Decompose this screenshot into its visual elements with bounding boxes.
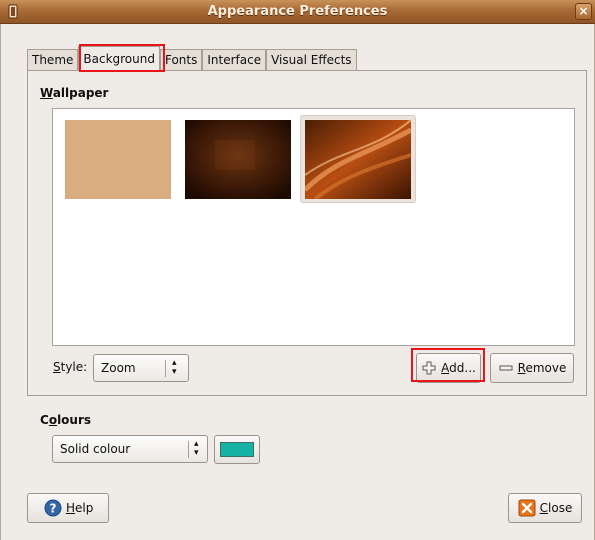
colours-label-first: C [40,413,49,427]
add-label-text: dd... [449,361,476,375]
colours-mnemonic: o [48,413,58,427]
help-label-text: elp [75,501,94,515]
tab-fonts[interactable]: Fonts [159,49,203,71]
wallpaper-section-label: Wallpaper [40,86,108,100]
title-bar: Appearance Preferences × [0,0,595,24]
wallpaper-label-text: allpaper [52,86,109,100]
help-mnemonic: H [66,501,76,515]
remove-button-label: Remove [518,361,567,375]
wallpaper-mnemonic: W [40,86,53,100]
help-button-label: Help [66,501,93,515]
close-label-text: lose [548,501,573,515]
style-dropdown[interactable]: Zoom ▴ ▾ [93,354,189,382]
close-button[interactable]: Close [508,493,582,523]
help-button[interactable]: ? Help [27,493,109,523]
colours-label-text: lours [57,413,92,427]
colour-shade-value: Solid colour [60,442,131,456]
style-mnemonic: S [53,360,61,374]
style-dropdown-value: Zoom [101,361,136,375]
help-icon: ? [44,499,62,517]
colour-swatch [220,442,254,457]
close-icon [518,499,536,517]
colour-picker-button[interactable] [214,435,260,464]
plus-icon [422,361,436,375]
wallpaper-thumbnail-dark-texture[interactable] [185,120,291,199]
add-mnemonic: A [441,361,450,375]
close-mnemonic: C [539,501,549,515]
window-title: Appearance Preferences [207,4,388,19]
tab-background[interactable]: Background [78,46,160,71]
wallpaper-thumbnail-tan[interactable] [65,120,171,199]
style-label-text: tyle: [60,360,88,374]
colour-shade-dropdown[interactable]: Solid colour ▴ ▾ [52,435,208,463]
tab-interface[interactable]: Interface [202,49,267,71]
add-button[interactable]: Add... [416,353,481,383]
add-button-label: Add... [441,361,476,375]
updown-arrow-icon: ▴ ▾ [172,358,177,377]
window-close-button[interactable]: × [575,3,592,20]
dropdown-separator [188,441,189,458]
dropdown-separator [165,360,166,377]
tab-bar: Theme Background Fonts Interface Visual … [27,46,357,71]
remove-label-text: emove [525,361,567,375]
updown-arrow-icon: ▴ ▾ [194,439,199,458]
close-button-label: Close [540,501,573,515]
colours-section-label: Colours [40,413,91,427]
style-label: Style: [53,360,87,374]
remove-button[interactable]: Remove [490,353,574,383]
minus-icon [499,365,513,371]
tab-theme[interactable]: Theme [27,49,79,71]
svg-text:?: ? [50,502,57,516]
wallpaper-thumbnail-swirl[interactable] [305,120,411,199]
tab-visual-effects[interactable]: Visual Effects [266,49,357,71]
